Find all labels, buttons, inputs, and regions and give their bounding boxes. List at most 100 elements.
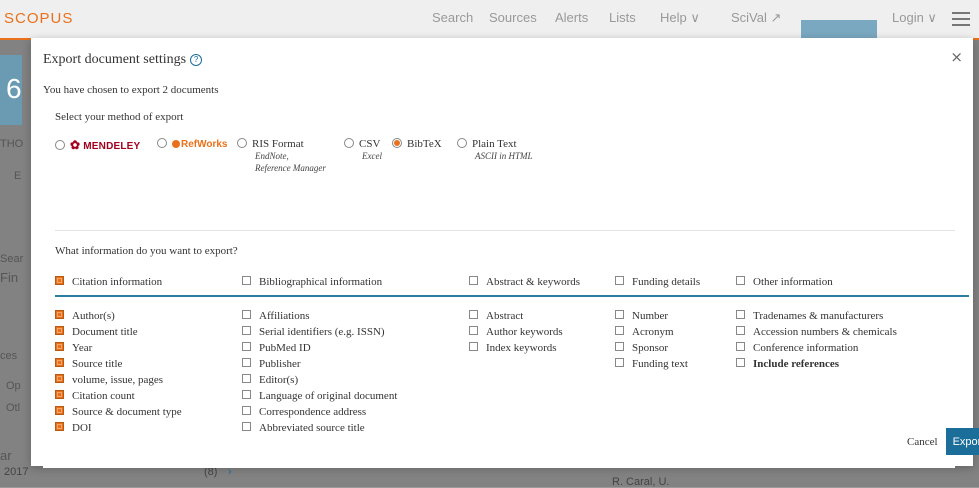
radio-bibtex[interactable] <box>392 138 402 148</box>
menu-icon[interactable] <box>952 12 970 30</box>
group-other-information[interactable]: Other information <box>736 276 833 288</box>
radio-ris[interactable] <box>237 138 247 148</box>
option-serial-identifiers[interactable]: Serial identifiers (e.g. ISSN) <box>242 324 397 340</box>
group-bibliographical-information[interactable]: Bibliographical information <box>242 276 382 288</box>
create-account-button[interactable] <box>801 20 877 38</box>
nav-lists[interactable]: Lists <box>609 10 636 25</box>
option-correspondence-address[interactable]: Correspondence address <box>242 404 397 420</box>
method-mendeley[interactable]: ✿ MENDELEY <box>55 138 140 152</box>
csv-label: CSV <box>359 138 381 150</box>
method-bibtex[interactable]: BibTeX <box>392 138 442 150</box>
option-index-keywords[interactable]: Index keywords <box>469 340 563 356</box>
option-abbreviated-source-title[interactable]: Abbreviated source title <box>242 420 397 436</box>
option-publisher[interactable]: Publisher <box>242 356 397 372</box>
option-authors[interactable]: Author(s) <box>55 308 182 324</box>
nav-help[interactable]: Help ∨ <box>660 10 700 26</box>
checkbox[interactable] <box>242 310 251 319</box>
checkbox[interactable] <box>736 342 745 351</box>
option-abstract[interactable]: Abstract <box>469 308 563 324</box>
export-count-text: You have chosen to export 2 documents <box>43 84 219 96</box>
csv-sub-excel: Excel <box>362 151 382 161</box>
checkbox[interactable] <box>55 310 64 319</box>
nav-scival[interactable]: SciVal ↗ <box>731 10 781 26</box>
checkbox-abstract-keywords[interactable] <box>469 276 478 285</box>
option-author-keywords[interactable]: Author keywords <box>469 324 563 340</box>
method-plaintext[interactable]: Plain Text ASCII in HTML <box>457 138 533 162</box>
radio-plaintext[interactable] <box>457 138 467 148</box>
radio-csv[interactable] <box>344 138 354 148</box>
checkbox[interactable] <box>615 358 624 367</box>
checkbox[interactable] <box>469 342 478 351</box>
checkbox[interactable] <box>55 390 64 399</box>
nav-search[interactable]: Search <box>432 10 473 25</box>
option-number[interactable]: Number <box>615 308 688 324</box>
option-tradenames-manufacturers[interactable]: Tradenames & manufacturers <box>736 308 897 324</box>
option-year[interactable]: Year <box>55 340 182 356</box>
checkbox[interactable] <box>242 422 251 431</box>
option-pubmed-id[interactable]: PubMed ID <box>242 340 397 356</box>
help-icon[interactable]: ? <box>190 54 203 66</box>
checkbox[interactable] <box>615 342 624 351</box>
checkbox[interactable] <box>736 358 745 367</box>
option-conference-information[interactable]: Conference information <box>736 340 897 356</box>
radio-refworks[interactable] <box>157 138 167 148</box>
checkbox[interactable] <box>242 358 251 367</box>
export-options-panel: Select your method of export ✿ MENDELEY … <box>43 100 969 468</box>
option-funding-text[interactable]: Funding text <box>615 356 688 372</box>
method-refworks[interactable]: RefWorks <box>157 138 228 150</box>
group-funding-details[interactable]: Funding details <box>615 276 700 288</box>
group-citation-information[interactable]: Citation information <box>55 276 162 288</box>
checkbox[interactable] <box>736 326 745 335</box>
option-sponsor[interactable]: Sponsor <box>615 340 688 356</box>
group-label: Bibliographical information <box>259 276 383 288</box>
checkbox-other-information[interactable] <box>736 276 745 285</box>
checkbox[interactable] <box>242 374 251 383</box>
group-abstract-keywords[interactable]: Abstract & keywords <box>469 276 580 288</box>
option-language[interactable]: Language of original document <box>242 388 397 404</box>
checkbox[interactable] <box>469 310 478 319</box>
option-source-title[interactable]: Source title <box>55 356 182 372</box>
close-icon[interactable]: × <box>950 48 963 66</box>
checkbox[interactable] <box>55 342 64 351</box>
checkbox-funding-details[interactable] <box>615 276 624 285</box>
cancel-button[interactable]: Cancel <box>907 436 938 448</box>
bibliographical-information-options: Affiliations Serial identifiers (e.g. IS… <box>242 308 397 436</box>
option-affiliations[interactable]: Affiliations <box>242 308 397 324</box>
checkbox[interactable] <box>242 326 251 335</box>
option-acronym[interactable]: Acronym <box>615 324 688 340</box>
option-citation-count[interactable]: Citation count <box>55 388 182 404</box>
checkbox[interactable] <box>55 406 64 415</box>
option-document-title[interactable]: Document title <box>55 324 182 340</box>
method-ris[interactable]: RIS Format EndNote, Reference Manager <box>237 138 326 174</box>
checkbox[interactable] <box>55 374 64 383</box>
option-source-document-type[interactable]: Source & document type <box>55 404 182 420</box>
option-accession-numbers[interactable]: Accession numbers & chemicals <box>736 324 897 340</box>
checkbox[interactable] <box>615 310 624 319</box>
background-text: ar <box>0 448 12 463</box>
checkbox[interactable] <box>242 342 251 351</box>
ris-sub-endnote: EndNote, <box>255 151 289 161</box>
method-csv[interactable]: CSV Excel <box>344 138 382 162</box>
checkbox-bibliographical-information[interactable] <box>242 276 251 285</box>
checkbox[interactable] <box>55 326 64 335</box>
nav-login[interactable]: Login ∨ <box>892 10 937 26</box>
nav-alerts[interactable]: Alerts <box>555 10 588 25</box>
bibtex-label: BibTeX <box>407 138 442 150</box>
option-doi[interactable]: DOI <box>55 420 182 436</box>
option-editors[interactable]: Editor(s) <box>242 372 397 388</box>
checkbox[interactable] <box>736 310 745 319</box>
group-label: Other information <box>753 276 833 288</box>
background-results-banner: 6 <box>0 55 22 125</box>
checkbox[interactable] <box>242 406 251 415</box>
export-button[interactable]: Export <box>946 428 979 455</box>
checkbox[interactable] <box>469 326 478 335</box>
checkbox[interactable] <box>242 390 251 399</box>
radio-mendeley[interactable] <box>55 140 65 150</box>
checkbox-citation-information[interactable] <box>55 276 64 285</box>
checkbox[interactable] <box>55 422 64 431</box>
option-volume-issue-pages[interactable]: volume, issue, pages <box>55 372 182 388</box>
option-include-references[interactable]: Include references <box>736 356 897 372</box>
checkbox[interactable] <box>615 326 624 335</box>
nav-sources[interactable]: Sources <box>489 10 537 25</box>
checkbox[interactable] <box>55 358 64 367</box>
